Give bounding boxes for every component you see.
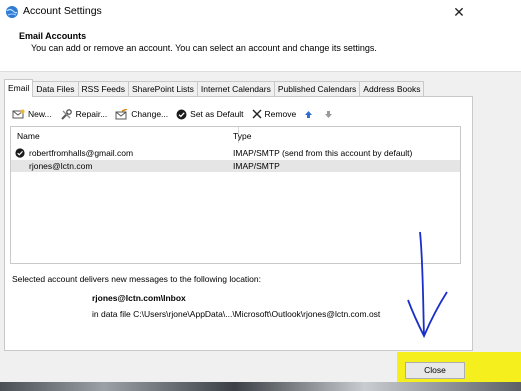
tab-email[interactable]: Email: [4, 79, 34, 97]
annotation-arrow: [407, 231, 448, 339]
